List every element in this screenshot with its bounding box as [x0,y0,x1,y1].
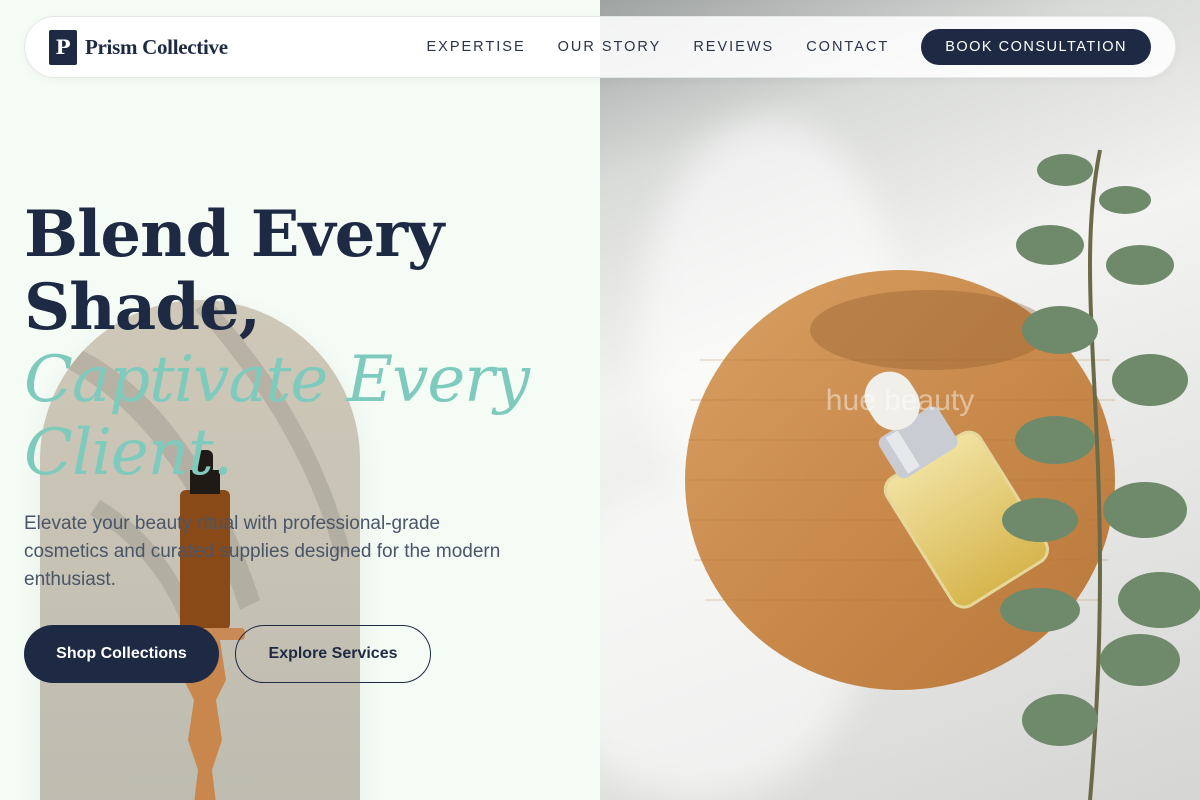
hero-subtitle: Elevate your beauty ritual with professi… [24,513,501,590]
nav-link-expertise[interactable]: EXPERTISE [427,39,526,55]
nav-links: EXPERTISE OUR STORY REVIEWS CONTACT BOOK… [395,29,1151,65]
nav-link-contact[interactable]: CONTACT [806,39,889,55]
nav-link-reviews[interactable]: REVIEWS [693,39,774,55]
hero-title-accent-1: Captivate Every [24,343,530,417]
nav-link-our-story[interactable]: OUR STORY [558,39,662,55]
book-consultation-button[interactable]: BOOK CONSULTATION [921,29,1151,65]
watermark-text: hue beauty [826,384,974,417]
explore-services-button[interactable]: Explore Services [235,625,431,683]
logo-mark-icon: P [49,29,77,65]
hero-title-line-2: Shade, [24,270,261,345]
hero-photo-serum: hue beauty [600,0,1200,800]
hero-title: Blend Every Shade, Captivate Every Clien… [24,198,584,490]
serum-photo-illustration: hue beauty [685,149,1200,800]
shop-collections-button[interactable]: Shop Collections [24,625,219,683]
brand-logo[interactable]: P Prism Collective [49,29,228,65]
brand-name: Prism Collective [85,34,228,59]
hero-title-line-1: Blend Every [24,197,444,272]
top-navbar: P Prism Collective EXPERTISE OUR STORY R… [24,16,1176,78]
hero-title-accent-2: Client. [24,416,233,490]
